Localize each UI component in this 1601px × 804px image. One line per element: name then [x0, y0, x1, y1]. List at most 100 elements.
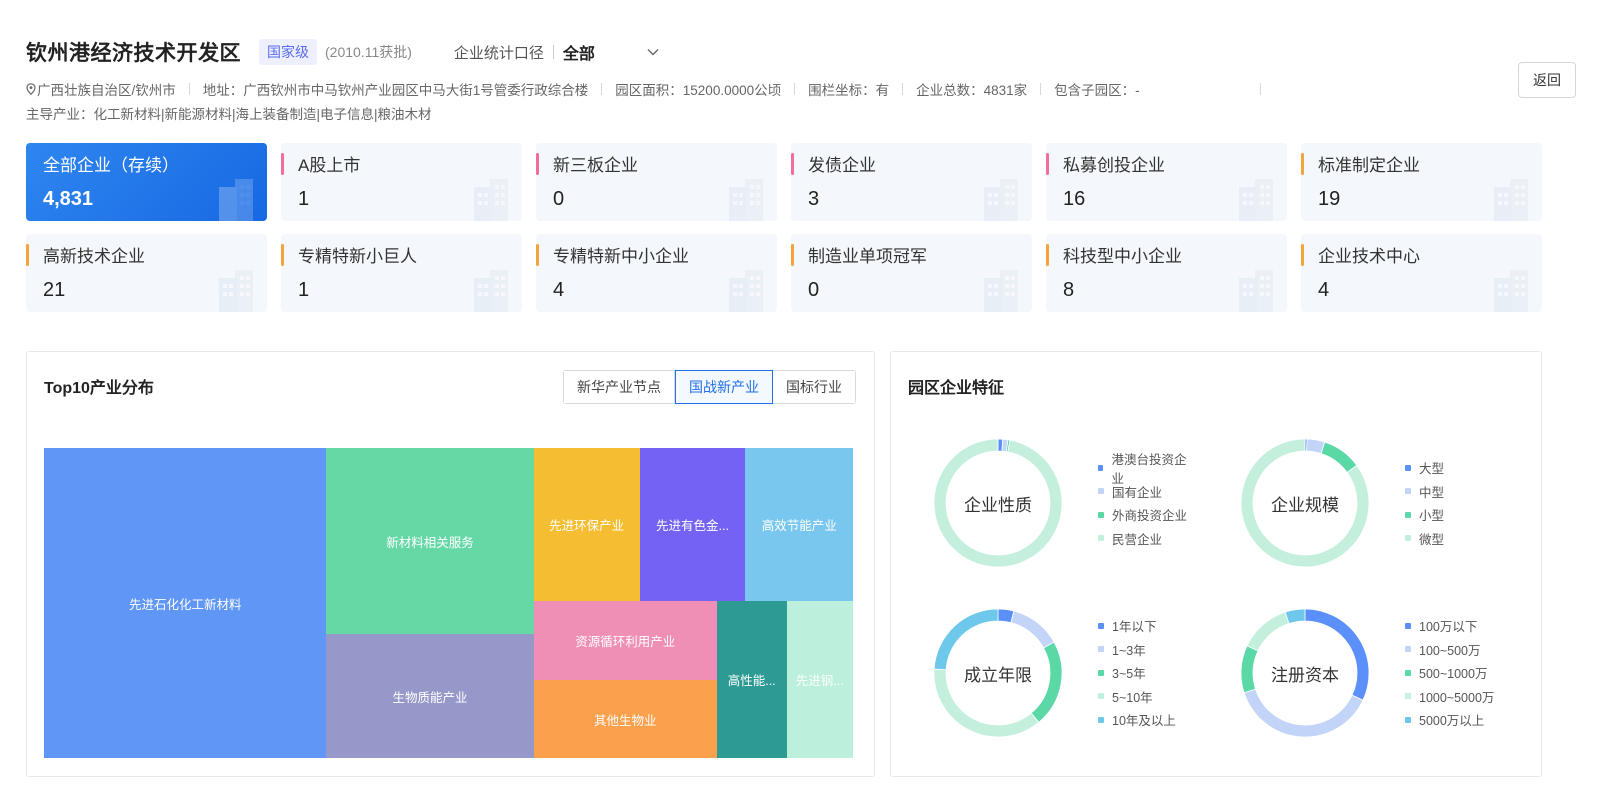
info-divider	[1040, 83, 1042, 95]
legend-item[interactable]: 民营企业	[1098, 527, 1191, 551]
donut-slice[interactable]	[1243, 688, 1364, 738]
donut-slice[interactable]	[1246, 611, 1290, 652]
stat-scope-select[interactable]: 全部	[563, 40, 595, 64]
area-text: 园区面积：15200.0000公顷	[615, 83, 782, 98]
legend-item[interactable]: 1年以下	[1098, 614, 1176, 638]
card-label: 全部企业（存续）	[43, 156, 179, 175]
treemap-cell[interactable]: 资源循环利用产业	[533, 601, 717, 681]
donut-legend: 港澳台投资企业 国有企业外商投资企业 民营企业	[1098, 453, 1191, 551]
treemap-cell[interactable]: 先进石化化工新材料	[44, 448, 327, 758]
stat-card[interactable]: 专精特新小巨人 1	[281, 234, 522, 312]
page-title: 钦州港经济技术开发区	[26, 42, 241, 65]
legend-item[interactable]: 外商投资企业	[1098, 503, 1191, 527]
donut-slice[interactable]	[933, 668, 1040, 738]
stat-card[interactable]: 科技型中小企业 8	[1046, 234, 1287, 312]
treemap-label: 新材料相关服务	[386, 535, 474, 550]
treemap-label: 其他生物业	[593, 713, 657, 728]
building-icon	[723, 270, 769, 312]
treemap-label: 先进石化化工新材料	[128, 597, 242, 612]
donut-legend: 1年以下 1~3年 3~5年 5~10年 10年及以上	[1098, 614, 1176, 732]
treemap-cell[interactable]: 生物质能产业	[326, 634, 534, 758]
legend-label: 大型	[1419, 462, 1445, 477]
donut-slice[interactable]	[933, 438, 1063, 568]
legend-swatch	[1405, 511, 1411, 518]
donut-slice[interactable]	[1240, 645, 1259, 694]
legend-item[interactable]: 微型	[1405, 527, 1444, 551]
legend-item[interactable]: 5000万以上	[1405, 708, 1494, 732]
legend-swatch	[1098, 622, 1104, 629]
legend-label: 10年及以上	[1112, 714, 1176, 729]
legend-item[interactable]: 大型	[1405, 456, 1444, 480]
stat-card[interactable]: 企业技术中心 4	[1301, 234, 1542, 312]
card-label: A股上市	[298, 156, 361, 175]
return-button[interactable]: 返回	[1518, 62, 1576, 98]
stat-divider	[552, 45, 554, 59]
treemap-cell[interactable]: 新材料相关服务	[326, 448, 534, 635]
stat-card[interactable]: 制造业单项冠军 0	[791, 234, 1032, 312]
stat-card[interactable]: 私募创投企业 16	[1046, 143, 1287, 221]
legend-item[interactable]: 1~3年	[1098, 638, 1176, 662]
treemap-cell[interactable]: 先进有色金...	[639, 448, 746, 602]
legend-item[interactable]: 港澳台投资企业	[1098, 453, 1191, 486]
tab-industry-2[interactable]: 国标行业	[773, 371, 855, 403]
treemap-cell[interactable]: 先进环保产业	[533, 448, 640, 602]
building-icon	[213, 270, 259, 312]
donut-chart: 企业性质 港澳台投资企业 国有企业 外商投资企业 民营企业	[891, 438, 1191, 578]
treemap-cell[interactable]: 高效节能产业	[745, 448, 853, 602]
legend-item[interactable]: 1000~5000万	[1405, 685, 1494, 709]
building-icon	[1233, 270, 1279, 312]
donut-slice[interactable]	[1320, 441, 1358, 473]
legend-label: 国有企业	[1112, 485, 1163, 500]
treemap-cell[interactable]: 先进钢...	[786, 601, 853, 758]
treemap-cell[interactable]: 其他生物业	[533, 680, 717, 758]
building-icon	[213, 179, 259, 221]
park-header: 钦州港经济技术开发区 国家级 (2010.11获批) 企业统计口径 全部 返回 …	[26, 38, 1576, 122]
donut-chart: 注册资本 100万以下 100~500万 500~1000万 1000~5000万 500…	[1198, 608, 1498, 748]
treemap-cell[interactable]: 高性能...	[716, 601, 787, 758]
info-row: 广西壮族自治区/钦州市 地址：广西钦州市中马钦州产业园区中马大街1号管委行政综合…	[26, 80, 1576, 98]
info-divider	[794, 83, 796, 95]
stat-card[interactable]: 专精特新中小企业 4	[536, 234, 777, 312]
stat-card[interactable]: 全部企业（存续） 4,831	[26, 143, 267, 221]
card-accent-bar	[1301, 244, 1304, 266]
legend-item[interactable]: 小型	[1405, 503, 1444, 527]
level-badge: 国家级	[259, 39, 317, 65]
region-text[interactable]: 广西壮族自治区/钦州市	[37, 79, 176, 99]
donut-slice[interactable]	[1030, 641, 1063, 723]
legend-item[interactable]: 中型	[1405, 480, 1444, 504]
donut-slice[interactable]	[933, 608, 999, 671]
donut-slice[interactable]	[1304, 608, 1370, 701]
chevron-down-icon[interactable]	[647, 48, 659, 56]
stat-card[interactable]: A股上市 1	[281, 143, 522, 221]
legend-swatch	[1405, 693, 1411, 700]
legend-label: 小型	[1419, 509, 1445, 524]
legend-item[interactable]: 3~5年	[1098, 661, 1176, 685]
stat-card[interactable]: 高新技术企业 21	[26, 234, 267, 312]
tab-industry-1[interactable]: 国战新产业	[675, 370, 773, 404]
building-icon	[468, 270, 514, 312]
features-panel-title: 园区企业特征	[908, 380, 1005, 397]
stat-card[interactable]: 发债企业 3	[791, 143, 1032, 221]
building-icon	[723, 179, 769, 221]
card-label: 新三板企业	[553, 156, 638, 175]
tab-industry-0[interactable]: 新华产业节点	[564, 371, 675, 403]
legend-item[interactable]: 500~1000万	[1405, 661, 1494, 685]
stat-cards: 全部企业（存续） 4,831 A股上市 1 新三板企业 0 发债企业 3 私募创投企业 16 标准制…	[26, 143, 1542, 312]
legend-item[interactable]: 100~500万	[1405, 638, 1494, 662]
legend-item[interactable]: 100万以下	[1405, 614, 1494, 638]
building-icon	[468, 179, 514, 221]
legend-item[interactable]: 10年及以上	[1098, 708, 1176, 732]
industry-treemap: 先进石化化工新材料 新材料相关服务生物质能产业 先进环保产业 先进有色金... 高效节能…	[44, 448, 853, 758]
donut-slice[interactable]	[1284, 608, 1306, 625]
legend-item[interactable]: 5~10年	[1098, 685, 1176, 709]
legend-swatch	[1405, 669, 1411, 676]
fence-text[interactable]: 围栏坐标：有	[808, 79, 889, 99]
legend-label: 100万以下	[1419, 620, 1478, 635]
stat-card[interactable]: 新三板企业 0	[536, 143, 777, 221]
legend-label: 1~3年	[1112, 643, 1146, 658]
stat-card[interactable]: 标准制定企业 19	[1301, 143, 1542, 221]
legend-label: 微型	[1419, 532, 1445, 547]
donut-slice[interactable]	[1010, 610, 1055, 649]
donut-chart: 企业规模 大型 中型 小型 微型	[1198, 438, 1498, 578]
card-accent-bar	[791, 153, 794, 175]
